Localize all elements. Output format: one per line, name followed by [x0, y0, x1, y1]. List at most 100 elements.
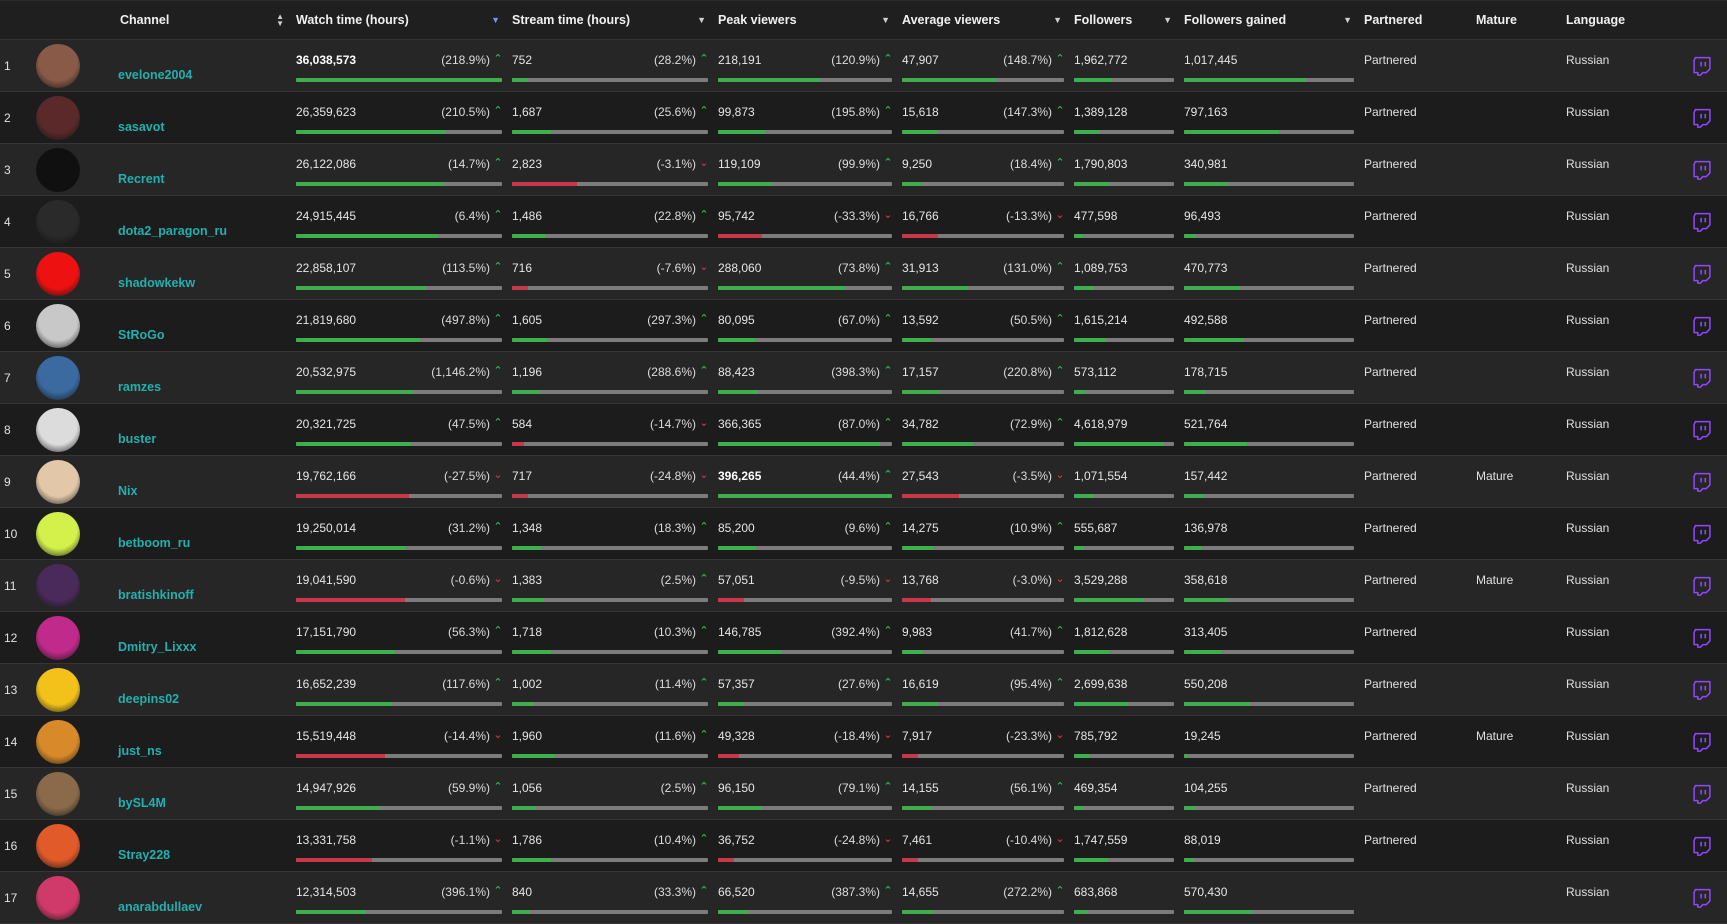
- twitch-link-cell[interactable]: [1672, 144, 1727, 195]
- channel-link[interactable]: sasavot: [118, 120, 165, 134]
- channel-link[interactable]: bySL4M: [118, 796, 166, 810]
- avatar[interactable]: [36, 615, 80, 660]
- avatar-cell[interactable]: [30, 872, 116, 923]
- avatar[interactable]: [36, 511, 80, 556]
- avatar-cell[interactable]: [30, 404, 116, 455]
- avatar[interactable]: [36, 303, 80, 348]
- channel-link[interactable]: betboom_ru: [118, 536, 190, 550]
- twitch-icon[interactable]: [1692, 264, 1712, 284]
- channel-link[interactable]: shadowkekw: [118, 276, 195, 290]
- avatar-cell[interactable]: [30, 300, 116, 351]
- twitch-link-cell[interactable]: [1672, 508, 1727, 559]
- avatar-cell[interactable]: [30, 40, 116, 91]
- twitch-link-cell[interactable]: [1672, 248, 1727, 299]
- twitch-icon[interactable]: [1692, 108, 1712, 128]
- twitch-icon[interactable]: [1692, 680, 1712, 700]
- channel-cell[interactable]: bySL4M: [116, 768, 292, 819]
- sort-desc-icon[interactable]: ▼: [1163, 15, 1172, 25]
- twitch-icon[interactable]: [1692, 784, 1712, 804]
- channel-cell[interactable]: buster: [116, 404, 292, 455]
- twitch-link-cell[interactable]: [1672, 352, 1727, 403]
- avatar[interactable]: [36, 459, 80, 504]
- avatar[interactable]: [36, 43, 80, 88]
- twitch-icon[interactable]: [1692, 732, 1712, 752]
- twitch-icon[interactable]: [1692, 628, 1712, 648]
- avatar-cell[interactable]: [30, 612, 116, 663]
- avatar-cell[interactable]: [30, 196, 116, 247]
- twitch-icon[interactable]: [1692, 836, 1712, 856]
- twitch-icon[interactable]: [1692, 316, 1712, 336]
- channel-link[interactable]: buster: [118, 432, 156, 446]
- channel-cell[interactable]: just_ns: [116, 716, 292, 767]
- twitch-icon[interactable]: [1692, 524, 1712, 544]
- avatar[interactable]: [36, 95, 80, 140]
- channel-cell[interactable]: sasavot: [116, 92, 292, 143]
- header-followers-gained[interactable]: Followers gained ▼: [1180, 13, 1360, 27]
- sort-desc-icon[interactable]: ▼: [1343, 15, 1352, 25]
- twitch-link-cell[interactable]: [1672, 560, 1727, 611]
- channel-cell[interactable]: Recrent: [116, 144, 292, 195]
- twitch-icon[interactable]: [1692, 888, 1712, 908]
- channel-link[interactable]: anarabdullaev: [118, 900, 202, 914]
- twitch-icon[interactable]: [1692, 56, 1712, 76]
- avatar-cell[interactable]: [30, 560, 116, 611]
- twitch-link-cell[interactable]: [1672, 820, 1727, 871]
- avatar-cell[interactable]: [30, 144, 116, 195]
- avatar[interactable]: [36, 667, 80, 712]
- avatar[interactable]: [36, 407, 80, 452]
- channel-link[interactable]: deepins02: [118, 692, 179, 706]
- channel-link[interactable]: just_ns: [118, 744, 162, 758]
- channel-cell[interactable]: evelone2004: [116, 40, 292, 91]
- twitch-icon[interactable]: [1692, 368, 1712, 388]
- channel-link[interactable]: bratishkinoff: [118, 588, 194, 602]
- header-peak-viewers[interactable]: Peak viewers ▼: [714, 13, 898, 27]
- twitch-icon[interactable]: [1692, 160, 1712, 180]
- channel-link[interactable]: ramzes: [118, 380, 161, 394]
- twitch-link-cell[interactable]: [1672, 716, 1727, 767]
- channel-cell[interactable]: Nix: [116, 456, 292, 507]
- twitch-link-cell[interactable]: [1672, 92, 1727, 143]
- channel-cell[interactable]: betboom_ru: [116, 508, 292, 559]
- channel-cell[interactable]: shadowkekw: [116, 248, 292, 299]
- channel-cell[interactable]: anarabdullaev: [116, 872, 292, 923]
- twitch-link-cell[interactable]: [1672, 40, 1727, 91]
- twitch-link-cell[interactable]: [1672, 456, 1727, 507]
- channel-link[interactable]: dota2_paragon_ru: [118, 224, 227, 238]
- sort-desc-active-icon[interactable]: ▼: [491, 15, 500, 25]
- avatar-cell[interactable]: [30, 664, 116, 715]
- channel-cell[interactable]: bratishkinoff: [116, 560, 292, 611]
- avatar[interactable]: [36, 199, 80, 244]
- sort-desc-icon[interactable]: ▼: [697, 15, 706, 25]
- channel-cell[interactable]: deepins02: [116, 664, 292, 715]
- channel-cell[interactable]: dota2_paragon_ru: [116, 196, 292, 247]
- twitch-link-cell[interactable]: [1672, 872, 1727, 923]
- avatar[interactable]: [36, 251, 80, 296]
- twitch-icon[interactable]: [1692, 212, 1712, 232]
- twitch-icon[interactable]: [1692, 472, 1712, 492]
- avatar-cell[interactable]: [30, 508, 116, 559]
- avatar[interactable]: [36, 147, 80, 192]
- header-average-viewers[interactable]: Average viewers ▼: [898, 13, 1070, 27]
- avatar-cell[interactable]: [30, 456, 116, 507]
- avatar-cell[interactable]: [30, 768, 116, 819]
- channel-link[interactable]: Dmitry_Lixxx: [118, 640, 197, 654]
- channel-link[interactable]: Stray228: [118, 848, 170, 862]
- avatar-cell[interactable]: [30, 92, 116, 143]
- header-channel[interactable]: Channel ▲ ▼: [116, 13, 292, 28]
- sort-desc-icon[interactable]: ▼: [881, 15, 890, 25]
- avatar[interactable]: [36, 355, 80, 400]
- avatar[interactable]: [36, 563, 80, 608]
- channel-cell[interactable]: Dmitry_Lixxx: [116, 612, 292, 663]
- channel-cell[interactable]: Stray228: [116, 820, 292, 871]
- twitch-icon[interactable]: [1692, 420, 1712, 440]
- twitch-link-cell[interactable]: [1672, 768, 1727, 819]
- channel-cell[interactable]: ramzes: [116, 352, 292, 403]
- channel-cell[interactable]: StRoGo: [116, 300, 292, 351]
- avatar-cell[interactable]: [30, 716, 116, 767]
- avatar-cell[interactable]: [30, 352, 116, 403]
- header-stream-time[interactable]: Stream time (hours) ▼: [508, 13, 714, 27]
- twitch-link-cell[interactable]: [1672, 612, 1727, 663]
- sort-desc-icon[interactable]: ▼: [1053, 15, 1062, 25]
- avatar-cell[interactable]: [30, 248, 116, 299]
- avatar[interactable]: [36, 719, 80, 764]
